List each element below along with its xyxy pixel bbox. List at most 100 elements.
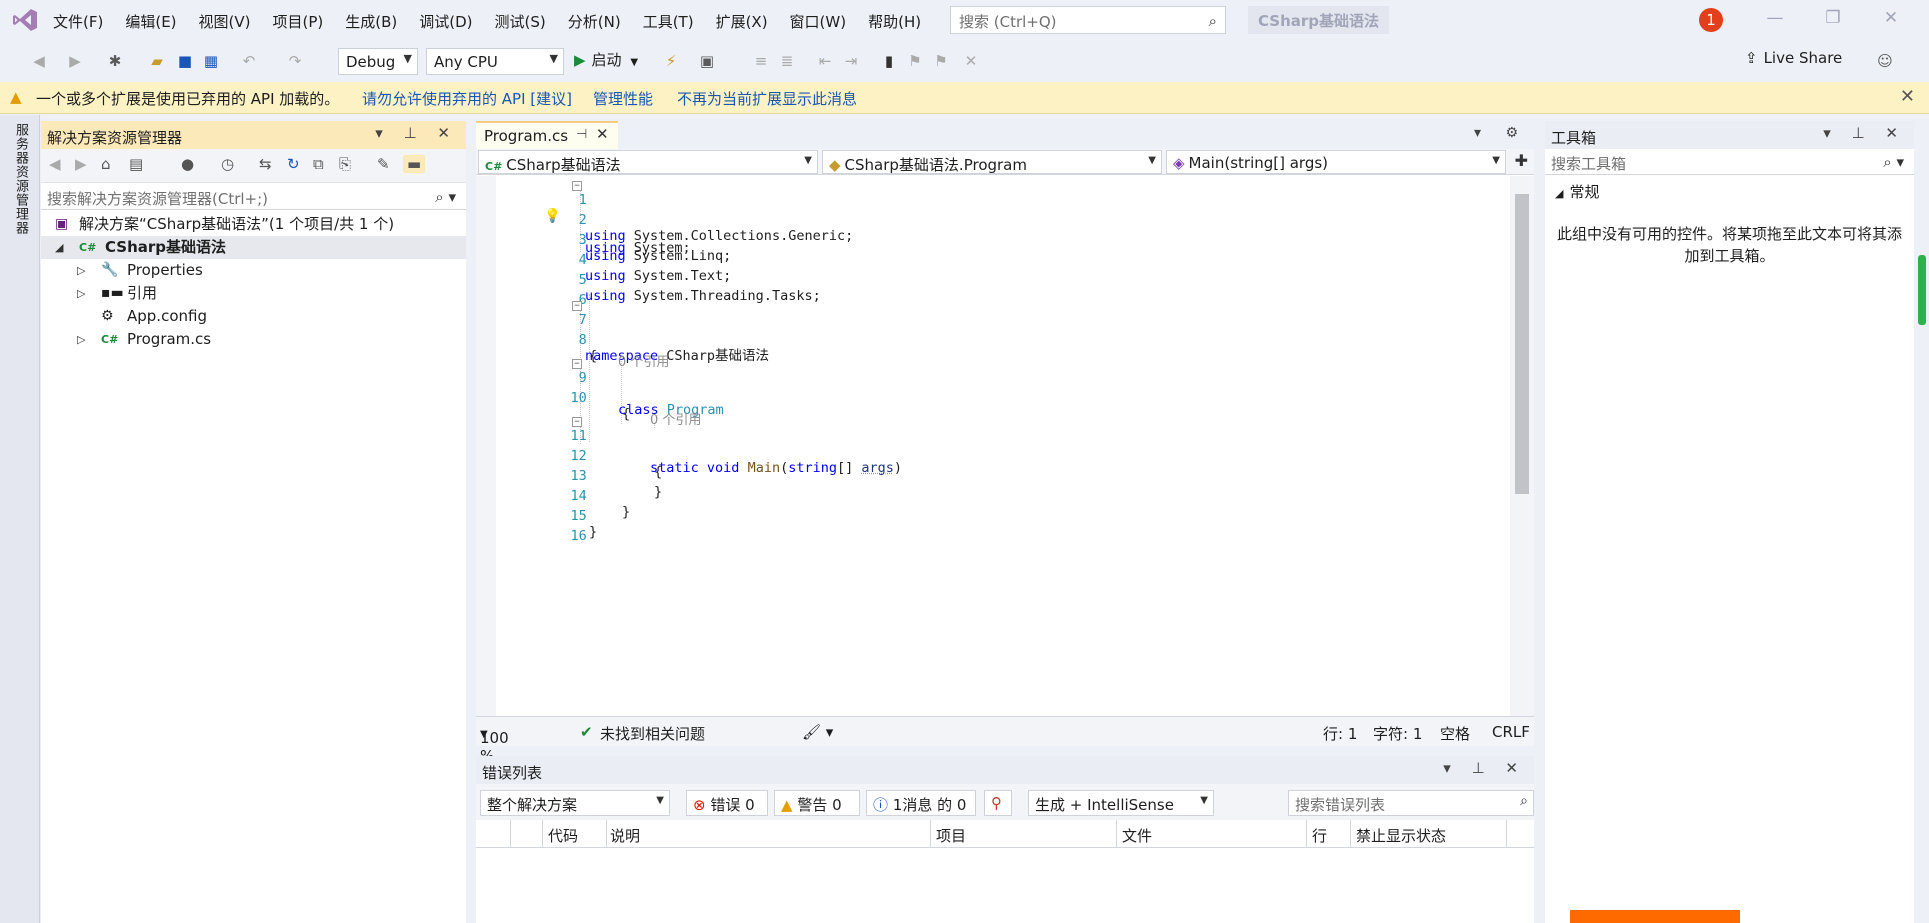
save-all-icon[interactable]: ▦ (200, 49, 222, 73)
line-ending-indicator[interactable]: CRLF (1492, 723, 1530, 741)
back-icon[interactable]: ◀ (49, 155, 61, 173)
column-header-suppression[interactable]: 禁止显示状态 (1356, 825, 1446, 846)
build-source-select[interactable]: 生成 + IntelliSense ▼ (1028, 790, 1214, 816)
solution-explorer-search-input[interactable]: 搜索解决方案资源管理器(Ctrl+;) ⌕ ▾ (41, 184, 466, 210)
toolbox-group-general[interactable]: ◢ 常规 (1555, 181, 1599, 202)
undo-icon[interactable]: ↶ (238, 49, 260, 73)
history-icon[interactable]: ◷ (221, 155, 234, 173)
live-share-button[interactable]: ⇪ Live Share (1745, 49, 1842, 75)
sync-icon[interactable]: ⇆ (259, 155, 272, 173)
class-nav-select[interactable]: ◆ CSharp基础语法.Program ▼ (822, 150, 1162, 174)
browser-icon[interactable]: ▣ (696, 49, 718, 73)
pane-controls[interactable]: ▾ ⊥ ✕ (375, 124, 458, 142)
vertical-scrollbar[interactable] (1510, 176, 1534, 716)
properties-icon[interactable]: ✎ (377, 155, 390, 173)
infobar-link-dismiss[interactable]: 不再为当前扩展显示此消息 (677, 88, 857, 109)
menu-test[interactable]: 测试(S) (484, 8, 557, 35)
pane-controls[interactable]: ▾ ⊥ ✕ (1443, 759, 1526, 777)
tab-dropdown-icon[interactable]: ▾ ⚙ (1474, 125, 1528, 141)
refresh-icon[interactable]: ↻ (287, 155, 300, 173)
project-nav-select[interactable]: C# CSharp基础语法 ▼ (478, 150, 818, 174)
open-folder-icon[interactable]: ▰ (146, 49, 168, 73)
tree-item-app-config[interactable]: ⚙ App.config (41, 305, 466, 328)
forward-icon[interactable]: ▶ (75, 155, 87, 173)
collapse-icon[interactable]: − (572, 301, 582, 311)
column-header-line[interactable]: 行 (1312, 825, 1327, 846)
notification-badge[interactable]: 1 (1699, 8, 1723, 32)
menu-file[interactable]: 文件(F) (42, 8, 114, 35)
switch-views-icon[interactable]: ▤ (129, 155, 143, 173)
clear-bookmarks-icon[interactable]: ✕ (960, 49, 982, 73)
global-search-input[interactable]: 搜索 (Ctrl+Q) ⌕ (950, 6, 1226, 34)
tree-item-project[interactable]: ◢ C# CSharp基础语法 (41, 236, 466, 259)
back-icon[interactable]: ◀ (28, 49, 50, 73)
hot-reload-icon[interactable]: ⚡ (660, 49, 682, 73)
outdent-icon[interactable]: ⇤ (814, 49, 836, 73)
menu-project[interactable]: 项目(P) (262, 8, 335, 35)
platform-select[interactable]: Any CPU ▼ (426, 48, 564, 75)
feedback-icon[interactable]: ☺ (1874, 49, 1896, 73)
menu-extensions[interactable]: 扩展(X) (705, 8, 779, 35)
infobar-link-disallow[interactable]: 请勿允许使用弃用的 API [建议] (362, 88, 572, 109)
column-header-code[interactable]: 代码 (548, 825, 578, 846)
visual-studio-logo-icon[interactable] (12, 8, 38, 32)
codelens-references[interactable]: 0 个引用 (650, 409, 701, 428)
menu-debug[interactable]: 调试(D) (408, 8, 483, 35)
error-list-search-input[interactable]: 搜索错误列表 ⌕ (1288, 790, 1534, 816)
collapse-all-icon[interactable]: ⧉ (313, 155, 324, 173)
new-project-icon[interactable]: ✱ (104, 49, 126, 73)
column-indicator[interactable]: 字符: 1 (1373, 723, 1422, 744)
close-window-button[interactable]: ✕ (1876, 8, 1906, 32)
column-header-description[interactable]: 说明 (610, 825, 640, 846)
close-icon[interactable]: ✕ (596, 125, 609, 143)
menu-window[interactable]: 窗口(W) (779, 8, 858, 35)
restore-button[interactable]: ❐ (1818, 8, 1848, 32)
menu-tools[interactable]: 工具(T) (632, 8, 705, 35)
code-cleanup-icon[interactable]: 🖌 ▾ (802, 723, 833, 741)
configuration-select[interactable]: Debug ▼ (338, 48, 418, 75)
column-header-file[interactable]: 文件 (1122, 825, 1152, 846)
forward-icon[interactable]: ▶ (64, 49, 86, 73)
menu-edit[interactable]: 编辑(E) (114, 8, 187, 35)
save-icon[interactable]: ■ (174, 49, 196, 73)
whitespace-indicator[interactable]: 空格 (1440, 723, 1470, 744)
preview-icon[interactable]: ▬ (403, 155, 426, 173)
home-icon[interactable]: ⌂ (101, 155, 111, 173)
prev-bookmark-icon[interactable]: ⚑ (904, 49, 926, 73)
scrollbar-thumb[interactable] (1515, 194, 1529, 494)
code-text-area[interactable]: 1 💡 − using System; 2 using System.Colle… (476, 176, 1510, 716)
line-indicator[interactable]: 行: 1 (1323, 723, 1357, 744)
bookmark-icon[interactable]: ▮ (878, 49, 900, 73)
collapse-icon[interactable]: − (572, 359, 582, 369)
server-explorer-tab[interactable]: 服务器资源管理器 (10, 123, 30, 235)
infobar-link-manage[interactable]: 管理性能 (593, 88, 653, 109)
show-all-files-icon[interactable]: ⎘ (339, 155, 351, 173)
menu-analyze[interactable]: 分析(N) (557, 8, 632, 35)
toolbox-search-input[interactable]: 搜索工具箱 ⌕ ▾ (1545, 149, 1914, 175)
errors-filter-button[interactable]: ⊗ 错误 0 (686, 790, 768, 816)
collapse-icon[interactable]: − (572, 417, 582, 427)
tree-item-program-cs[interactable]: ▷ C# Program.cs (41, 328, 466, 351)
collapse-icon[interactable]: − (572, 181, 582, 191)
pending-changes-icon[interactable]: ● (181, 155, 194, 173)
menu-view[interactable]: 视图(V) (188, 8, 262, 35)
comment-icon[interactable]: ≡ (750, 49, 772, 73)
member-nav-select[interactable]: ◈ Main(string[] args) ▼ (1166, 150, 1506, 174)
tree-item-references[interactable]: ▷ ▪▬ 引用 (41, 282, 466, 305)
filter-icon[interactable]: ⚲ (984, 790, 1012, 816)
uncomment-icon[interactable]: ≣ (776, 49, 798, 73)
codelens-references[interactable]: 0 个引用 (618, 351, 669, 370)
tree-item-solution[interactable]: ▣ 解决方案“CSharp基础语法”(1 个项目/共 1 个) (41, 213, 466, 236)
redo-icon[interactable]: ↷ (284, 49, 306, 73)
tree-item-properties[interactable]: ▷ 🔧 Properties (41, 259, 466, 282)
pin-icon[interactable]: ⊣ (576, 127, 587, 142)
menu-help[interactable]: 帮助(H) (857, 8, 932, 35)
scope-select[interactable]: 整个解决方案 ▼ (480, 790, 670, 816)
menu-build[interactable]: 生成(B) (334, 8, 408, 35)
messages-filter-button[interactable]: ⓘ 1消息 的 0 (866, 790, 976, 816)
tab-program-cs[interactable]: Program.cs ⊣ ✕ (476, 121, 618, 149)
minimize-button[interactable]: — (1760, 8, 1790, 32)
close-icon[interactable]: ✕ (1900, 86, 1915, 107)
issues-status[interactable]: 未找到相关问题 (600, 723, 705, 744)
column-header-project[interactable]: 项目 (936, 825, 966, 846)
